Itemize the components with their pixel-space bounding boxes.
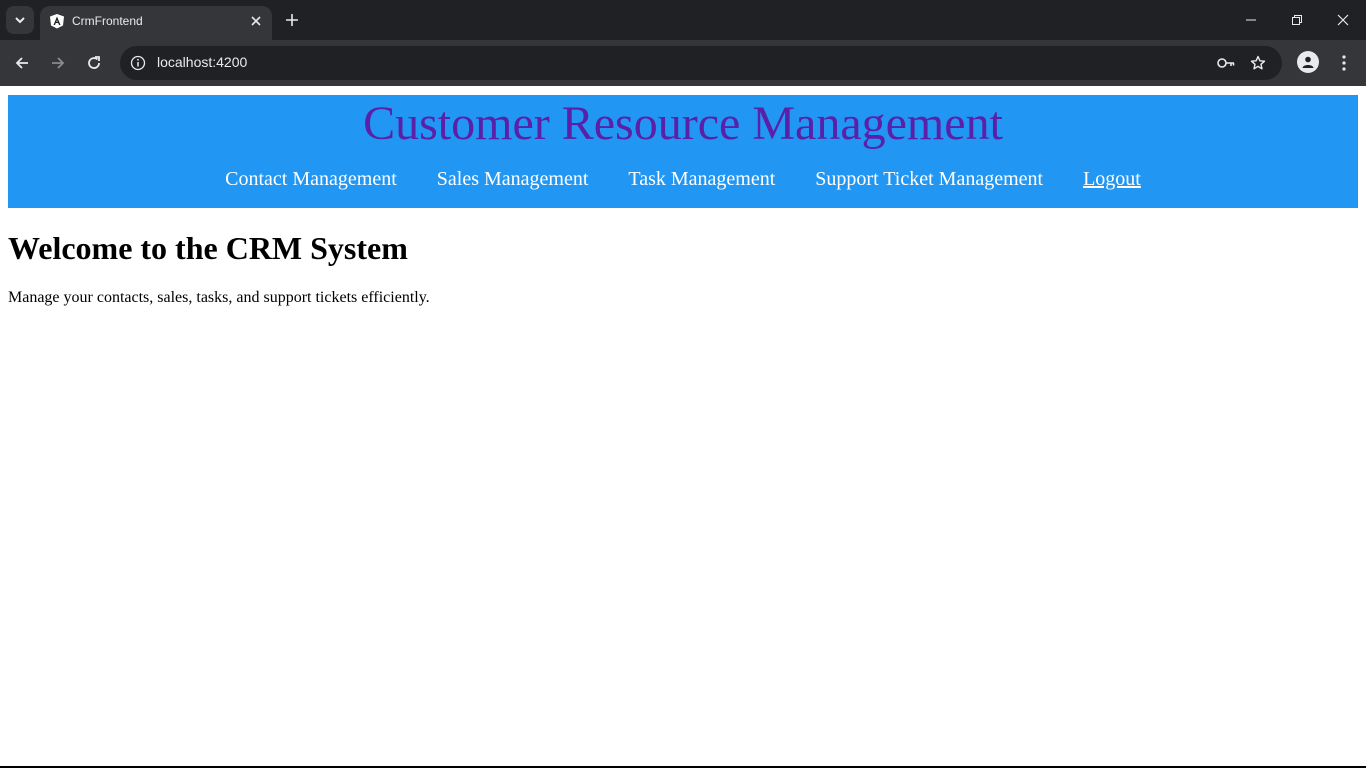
logout-link[interactable]: Logout — [1083, 167, 1141, 191]
close-window-button[interactable] — [1331, 8, 1355, 32]
profile-button[interactable] — [1297, 51, 1319, 73]
profile-icon — [1302, 56, 1314, 68]
nav-contact-management[interactable]: Contact Management — [225, 167, 397, 191]
browser-menu-button[interactable] — [1336, 51, 1352, 75]
app-header: Customer Resource Management Contact Man… — [8, 95, 1358, 208]
nav-sales-management[interactable]: Sales Management — [437, 167, 589, 191]
url-text[interactable]: localhost:4200 — [157, 54, 247, 70]
site-info-button[interactable] — [128, 53, 148, 73]
address-bar[interactable]: localhost:4200 — [120, 46, 1282, 80]
back-arrow-icon — [15, 57, 28, 69]
reload-icon — [88, 56, 100, 69]
forward-arrow-icon — [52, 57, 65, 69]
chevron-down-icon — [15, 17, 25, 24]
bookmark-button[interactable] — [1248, 53, 1268, 73]
reload-button[interactable] — [82, 51, 106, 75]
page-heading: Welcome to the CRM System — [8, 230, 408, 266]
passwords-button[interactable] — [1216, 53, 1236, 73]
nav-support-ticket-management[interactable]: Support Ticket Management — [815, 167, 1043, 191]
kebab-menu-icon — [1342, 55, 1346, 71]
tab-search-button[interactable] — [6, 6, 34, 34]
browser-toolbar: localhost:4200 — [0, 40, 1366, 86]
plus-icon[interactable] — [282, 10, 302, 30]
browser-tab-strip: CrmFrontend — [0, 0, 1366, 40]
restore-icon — [1292, 15, 1302, 25]
browser-tab[interactable]: CrmFrontend — [40, 6, 272, 40]
forward-button[interactable] — [46, 51, 70, 75]
page-description: Manage your contacts, sales, tasks, and … — [8, 289, 430, 306]
info-icon — [130, 55, 146, 71]
star-icon — [1250, 55, 1266, 70]
restore-button[interactable] — [1285, 8, 1309, 32]
key-icon — [1217, 58, 1235, 68]
app-title: Customer Resource Management — [363, 97, 1003, 150]
angular-logo-icon — [50, 14, 64, 29]
tab-title: CrmFrontend — [72, 14, 143, 28]
minimize-button[interactable] — [1239, 8, 1263, 32]
main-nav: Contact Management Sales Management Task… — [8, 167, 1358, 191]
close-icon — [1337, 14, 1349, 26]
back-button[interactable] — [10, 51, 34, 75]
page-viewport: Customer Resource Management Contact Man… — [0, 86, 1366, 766]
minimize-icon — [1246, 19, 1256, 21]
close-icon[interactable] — [248, 13, 264, 29]
nav-task-management[interactable]: Task Management — [628, 167, 775, 191]
